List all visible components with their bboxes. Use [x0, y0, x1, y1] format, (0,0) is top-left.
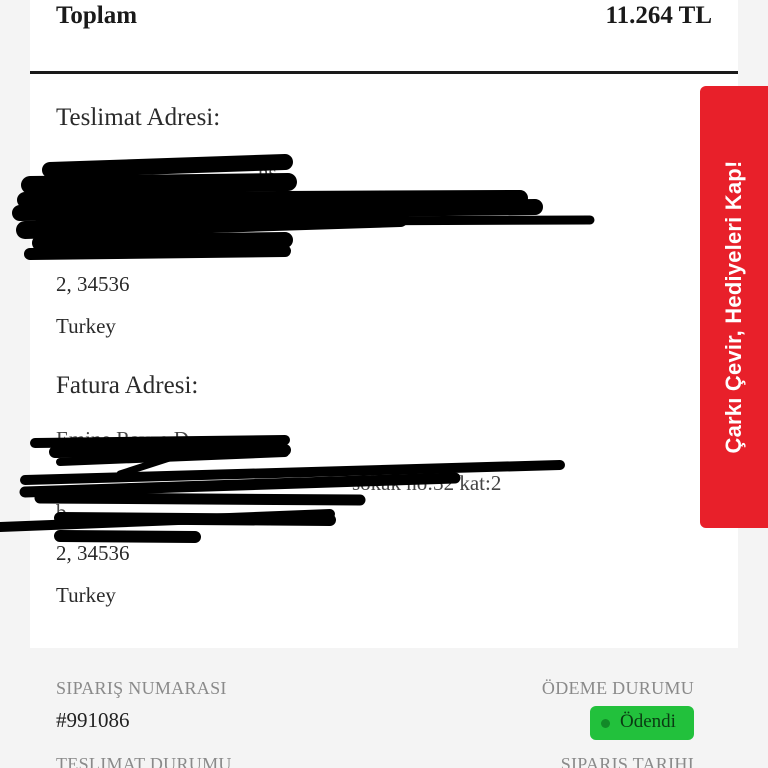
total-label: Toplam	[56, 2, 138, 29]
billing-address-title: Fatura Adresi:	[56, 372, 199, 399]
delivery-status-label: TESLIMAT DURUMU	[56, 754, 232, 768]
order-number-label: SIPARIŞ NUMARASI	[56, 678, 227, 698]
payment-status-badge: Ödendi	[590, 706, 694, 740]
status-dot-icon	[601, 719, 610, 728]
payment-status-value: Ödendi	[620, 711, 676, 732]
shipping-country-line: Turkey	[56, 314, 116, 338]
billing-postal-line: 2, 34536	[56, 541, 130, 565]
order-date-label: SIPARIŞ TARIHI	[560, 754, 694, 768]
shipping-address-partial-line: ns	[258, 160, 277, 184]
payment-status-label: ÖDEME DURUMU	[541, 678, 694, 698]
shipping-address-title: Teslimat Adresi:	[56, 104, 221, 131]
divider	[30, 71, 738, 74]
billing-address-partial-line-1: Emine Ravza D	[56, 427, 189, 451]
shipping-postal-line: 2, 34536	[56, 272, 130, 296]
billing-address-partial-line-2: sokak no:32 kat:2	[352, 471, 502, 495]
promo-tab-label: Çarkı Çevir, Hediyeleri Kap!	[721, 160, 746, 454]
total-row: Toplam 11.264 TL	[56, 0, 712, 40]
billing-address-partial-line-3: b	[56, 500, 67, 524]
total-value: 11.264 TL	[605, 2, 712, 29]
billing-country-line: Turkey	[56, 583, 116, 607]
spin-wheel-promo-tab[interactable]: Çarkı Çevir, Hediyeleri Kap!	[700, 86, 768, 528]
order-number-value: #991086	[56, 708, 130, 732]
order-details-card	[30, 0, 738, 648]
